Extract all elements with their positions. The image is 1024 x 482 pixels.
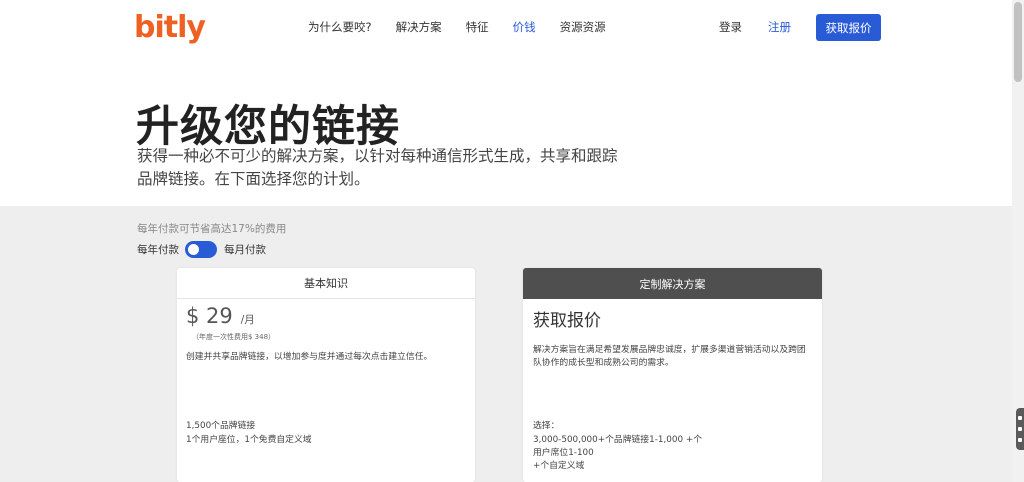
nav-pricing[interactable]: 价钱 xyxy=(513,19,536,35)
billing-toggle[interactable] xyxy=(185,241,217,258)
nav-solutions[interactable]: 解决方案 xyxy=(396,19,442,35)
page: bitly 为什么要咬? 解决方案 特征 价钱 资源资源 登录 注册 获取报价 … xyxy=(0,0,1012,482)
widget-dot-icon xyxy=(1018,426,1022,431)
plan-feature: 1个用户座位，1个免费自定义域 xyxy=(186,435,312,445)
widget-dot-icon xyxy=(1018,438,1022,443)
price-amount: $ 29 xyxy=(186,304,233,328)
nav-why[interactable]: 为什么要咬? xyxy=(308,19,372,35)
page-subtitle: 获得一种必不可少的解决方案，以针对每种通信形式生成，共享和跟踪品牌链接。在下面选… xyxy=(137,147,618,188)
main-nav: 为什么要咬? 解决方案 特征 价钱 资源资源 xyxy=(308,19,630,35)
plan-card-custom: 定制解决方案 获取报价 解决方案旨在满足希望发展品牌忠诚度，扩展多渠道营销活动以… xyxy=(523,268,822,482)
plan-feature: +个自定义域 xyxy=(533,461,585,471)
plan-description: 创建并共享品牌链接，以增加参与度并通过每次点击建立信任。 xyxy=(186,352,433,362)
plan-name: 定制解决方案 xyxy=(523,268,822,299)
bitly-logo[interactable]: bitly xyxy=(134,10,206,45)
header: bitly 为什么要咬? 解决方案 特征 价钱 资源资源 登录 注册 获取报价 xyxy=(0,0,1012,56)
custom-plan-title: 获取报价 xyxy=(533,311,601,331)
login-link[interactable]: 登录 xyxy=(719,19,742,35)
side-widget[interactable] xyxy=(1016,408,1024,450)
plan-description: 解决方案旨在满足希望发展品牌忠诚度，扩展多渠道营销活动以及跨团队协作的成长型和成… xyxy=(533,345,806,368)
toggle-knob xyxy=(188,244,199,255)
plan-feature: 3,000-500,000+个品牌链接1-1,000 +个 xyxy=(533,435,703,445)
plan-feature: 1,500个品牌链接 xyxy=(186,421,256,431)
nav-features[interactable]: 特征 xyxy=(466,19,489,35)
widget-dot-icon xyxy=(1018,415,1022,420)
nav-resources[interactable]: 资源资源 xyxy=(560,19,606,35)
plan-feature: 用户席位1-100 xyxy=(533,448,594,458)
annual-price-note: （年度一次性费用$ 348） xyxy=(192,333,276,341)
billing-toggle-row: 每年付款 每月付款 xyxy=(137,241,266,258)
scrollbar-thumb[interactable] xyxy=(1014,2,1022,82)
get-quote-button[interactable]: 获取报价 xyxy=(816,14,881,41)
plan-card-basic: 基本知识 $ 29 /月 （年度一次性费用$ 348） 创建并共享品牌链接，以增… xyxy=(177,268,475,482)
plan-price: $ 29 /月 xyxy=(186,304,255,328)
price-unit: /月 xyxy=(240,314,255,326)
annual-billing-label: 每年付款 xyxy=(137,244,179,256)
signup-link[interactable]: 注册 xyxy=(768,19,791,35)
plan-name: 基本知识 xyxy=(177,268,475,299)
plan-feature: 选择： xyxy=(533,421,560,431)
annual-savings-note: 每年付款可节省高达17%的费用 xyxy=(137,223,287,235)
monthly-billing-label: 每月付款 xyxy=(224,244,266,256)
